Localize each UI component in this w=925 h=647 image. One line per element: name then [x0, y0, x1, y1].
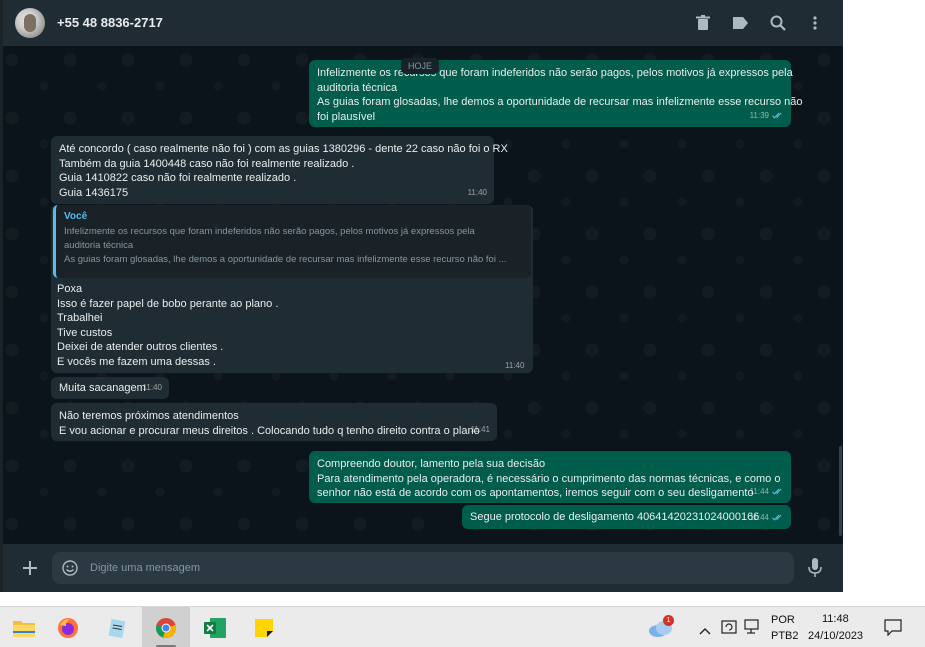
quoted-text-line: Infelizmente os recursos que foram indef…	[64, 226, 475, 237]
message-text-line: Guia 1410822 caso não foi realmente real…	[59, 172, 297, 184]
more-options-icon[interactable]	[805, 13, 825, 33]
message-time: 11:40	[142, 382, 162, 392]
excel-icon	[204, 617, 226, 638]
folder-icon	[13, 620, 35, 637]
clock-date[interactable]: 24/10/2023	[808, 630, 863, 642]
message-time: 11:44	[749, 512, 769, 522]
read-ticks-icon	[772, 488, 782, 495]
message-text-line: Compreendo doutor, lamento pela sua deci…	[317, 458, 546, 470]
weather-widget[interactable]: 1	[648, 615, 674, 639]
message-text-line: E vocês me fazem uma dessas .	[57, 355, 216, 368]
message-time: 11:41	[470, 424, 490, 434]
message-text-line: foi plausível	[317, 110, 376, 123]
message-text-line: Não teremos próximos atendimentos	[59, 410, 239, 422]
contact-name[interactable]: +55 48 8836-2717	[57, 15, 163, 30]
message-meta: 11:40	[143, 381, 162, 396]
message-incoming[interactable]: Até concordo ( caso realmente não foi ) …	[51, 136, 508, 204]
message-time: 11:40	[467, 187, 487, 197]
message-meta: 11:40	[505, 361, 524, 370]
sync-icon[interactable]	[721, 619, 737, 635]
message-incoming[interactable]: Muita sacanagem 11:40	[51, 377, 169, 399]
message-text-line: senhor não está de acordo com os apontam…	[317, 487, 754, 499]
message-meta: 11:40	[468, 186, 487, 201]
message-outgoing[interactable]: Infelizmente os recursos que foram indef…	[309, 60, 803, 127]
clock-time[interactable]: 11:48	[822, 613, 849, 625]
message-time: 11:44	[749, 486, 769, 496]
plus-icon[interactable]	[21, 559, 39, 577]
notifications-icon[interactable]	[884, 619, 902, 637]
message-text-line: Isso é fazer papel de bobo perante ao pl…	[57, 297, 279, 310]
message-meta: 11:44	[750, 511, 784, 526]
chrome-app-button[interactable]	[142, 607, 190, 647]
quoted-text-line: auditoria técnica	[64, 240, 134, 251]
read-ticks-icon	[772, 514, 782, 521]
search-icon[interactable]	[768, 13, 788, 33]
message-text-line: Também da guia 1400448 caso não foi real…	[59, 157, 355, 170]
date-chip: HOJE	[401, 58, 440, 74]
quoted-author: Você	[64, 211, 88, 222]
chat-header: +55 48 8836-2717	[0, 0, 843, 46]
microphone-icon[interactable]	[808, 558, 822, 578]
message-meta: 11:41	[471, 423, 490, 438]
scrollbar-thumb[interactable]	[839, 446, 842, 536]
sticky-note-icon	[255, 618, 273, 637]
message-input[interactable]: Digite uma mensagem	[52, 552, 794, 584]
message-composer: Digite uma mensagem	[0, 544, 843, 592]
notification-badge: 1	[663, 615, 674, 626]
message-meta: 11:44	[750, 485, 784, 500]
message-text-line: Para atendimento pela operadora, é neces…	[317, 472, 781, 485]
message-outgoing[interactable]: Segue protocolo de desligamento 40641420…	[462, 505, 791, 529]
language-indicator[interactable]: POR	[771, 614, 795, 626]
message-input-placeholder: Digite uma mensagem	[90, 562, 201, 574]
network-icon[interactable]	[744, 619, 762, 635]
message-text-line: Segue protocolo de desligamento 40641420…	[470, 511, 760, 523]
chrome-icon	[156, 617, 176, 638]
avatar[interactable]	[15, 8, 45, 38]
read-ticks-icon	[772, 112, 782, 119]
message-text-line: Até concordo ( caso realmente não foi ) …	[59, 143, 508, 155]
quoted-message[interactable]: Você Infelizmente os recursos que foram …	[53, 205, 531, 278]
file-explorer-app-button[interactable]	[0, 607, 48, 647]
message-text-line: Trabalhei	[57, 312, 103, 324]
message-text-line: E vou acionar e procurar meus direitos .…	[59, 424, 480, 437]
firefox-app-button[interactable]	[44, 607, 92, 647]
message-text-line: Infelizmente os recursos que foram indef…	[317, 67, 793, 79]
message-text-line: Poxa	[57, 283, 83, 295]
message-outgoing[interactable]: Compreendo doutor, lamento pela sua deci…	[309, 451, 791, 503]
excel-app-button[interactable]	[191, 607, 239, 647]
message-text-line: auditoria técnica	[317, 81, 398, 94]
chevron-up-icon[interactable]	[699, 622, 711, 635]
message-time: 11:40	[505, 361, 525, 370]
message-text-line: Tive custos	[57, 326, 113, 339]
sticky-notes-app-button[interactable]	[240, 607, 288, 647]
notepad-app-button[interactable]	[93, 607, 141, 647]
windows-taskbar: 1 POR PTB2 11:48 24/10/2023	[0, 606, 925, 647]
reply-text: Poxa Isso é fazer papel de bobo perante …	[57, 282, 278, 369]
message-time: 11:39	[749, 110, 769, 120]
message-text-line: Guia 1436175	[59, 186, 129, 199]
notepad-icon	[108, 618, 126, 638]
message-incoming[interactable]: Não teremos próximos atendimentos E vou …	[51, 403, 497, 441]
message-text-line: As guias foram glosadas, lhe demos a opo…	[317, 96, 803, 108]
firefox-icon	[58, 617, 78, 638]
message-meta: 11:39	[750, 109, 784, 124]
message-text-line: Deixei de atender outros clientes .	[57, 341, 224, 353]
label-icon[interactable]	[730, 13, 750, 33]
quoted-text-line: As guias foram glosadas, lhe demos a opo…	[64, 254, 507, 265]
keyboard-layout[interactable]: PTB2	[771, 630, 799, 642]
chat-window: +55 48 8836-2717 Infelizmente os recurso…	[0, 0, 843, 592]
emoji-icon[interactable]	[62, 560, 78, 576]
delete-icon[interactable]	[693, 13, 713, 33]
